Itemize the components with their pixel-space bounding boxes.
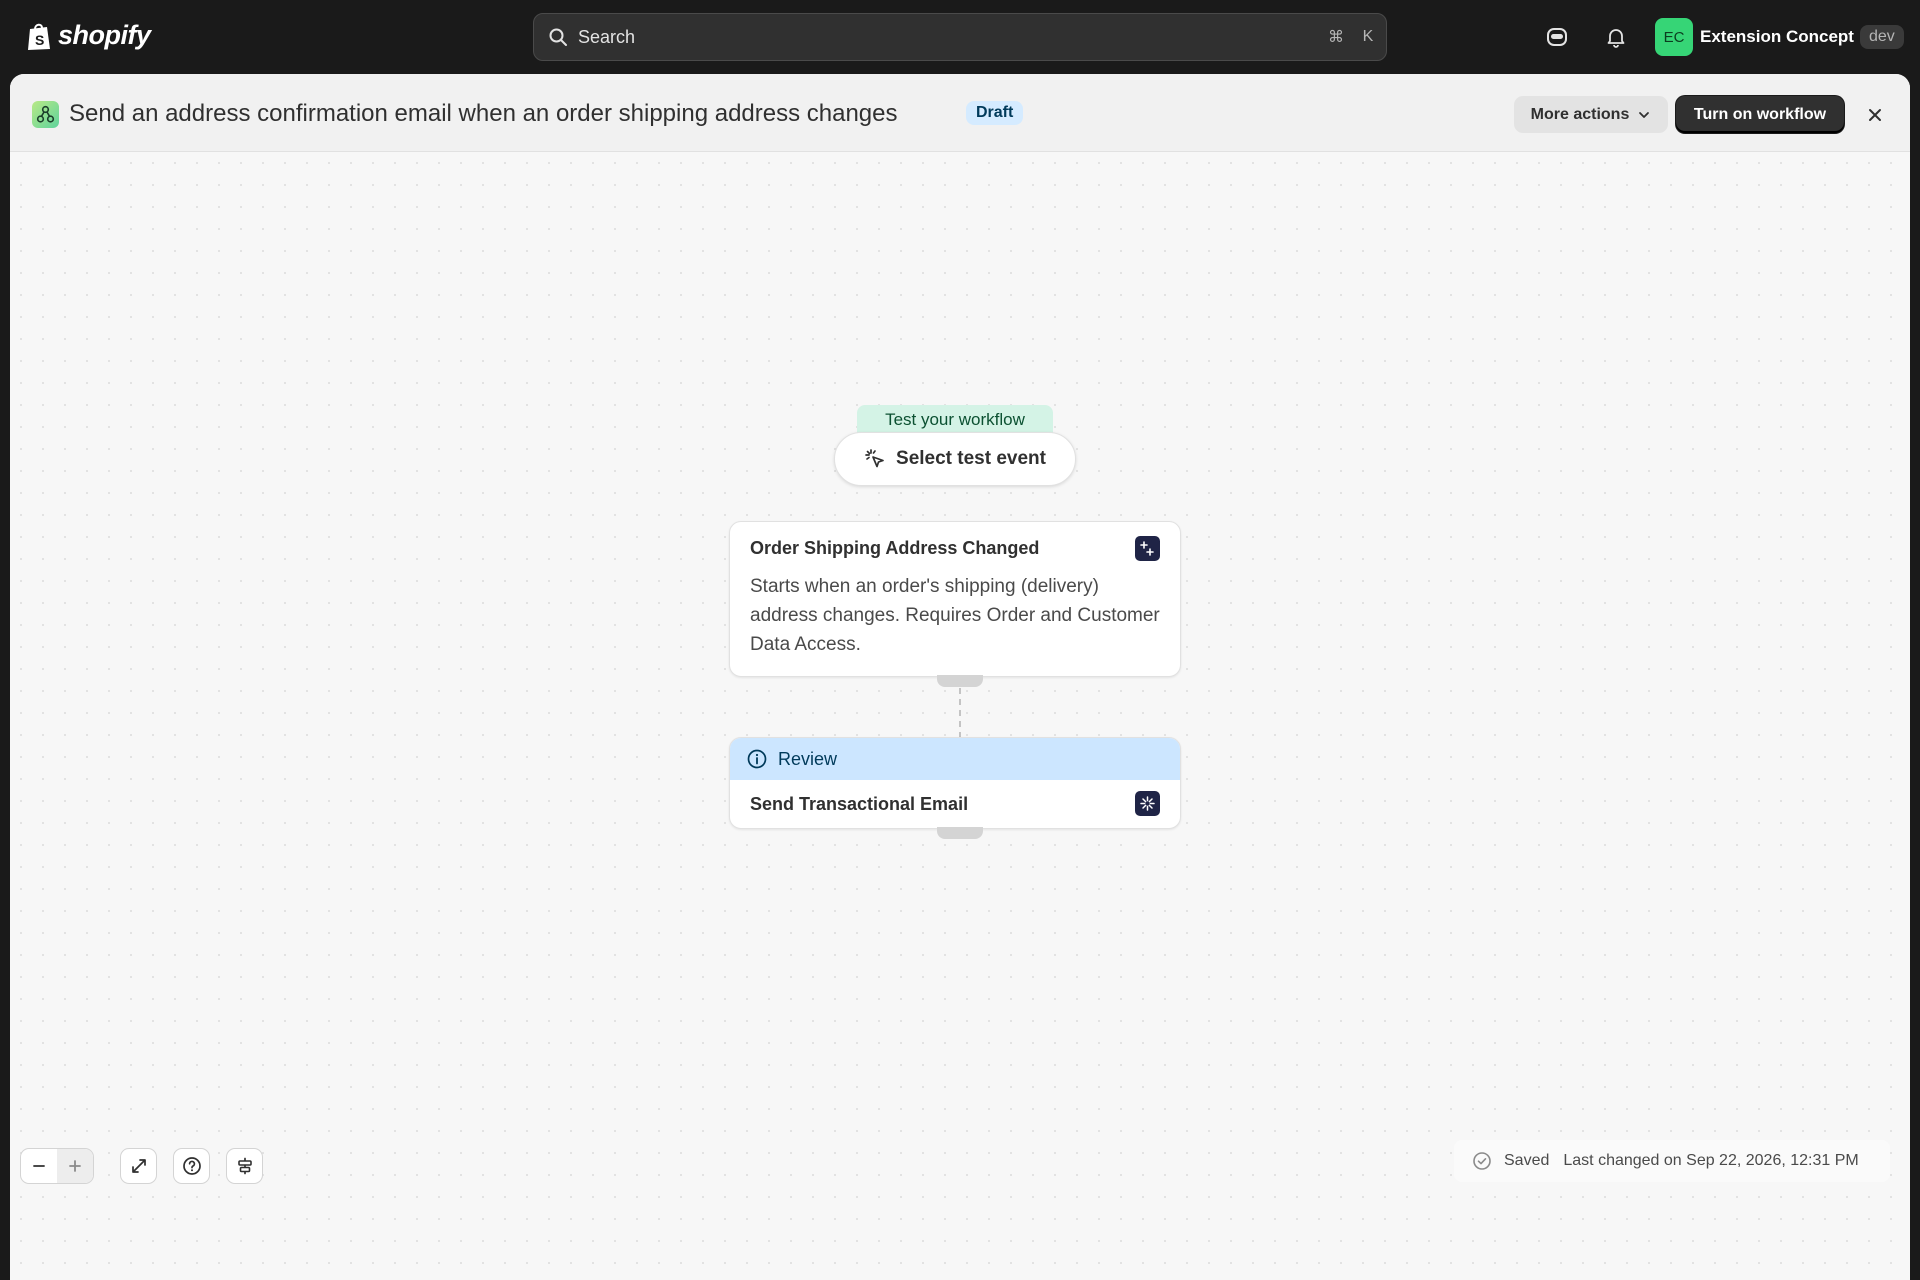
bell-icon	[1607, 29, 1625, 48]
workflow-title: Send an address confirmation email when …	[69, 100, 898, 127]
expand-icon	[131, 1159, 146, 1173]
dev-badge: dev	[1859, 25, 1904, 49]
trigger-title: Order Shipping Address Changed	[750, 538, 1040, 558]
trigger-connector[interactable]	[937, 675, 983, 687]
auto-layout-button[interactable]	[226, 1148, 263, 1184]
help-button[interactable]	[173, 1148, 210, 1184]
more-actions-label: More actions	[1530, 105, 1630, 123]
flow-icon	[36, 105, 55, 123]
close-button[interactable]	[1862, 102, 1888, 128]
close-icon	[1869, 109, 1881, 121]
search-bar[interactable]: Search ⌘ K	[533, 13, 1387, 61]
cursor-click-icon	[865, 449, 884, 468]
select-test-event-label: Select test event	[896, 448, 1046, 469]
search-placeholder: Search	[578, 26, 636, 47]
question-circle-icon	[182, 1157, 201, 1175]
sparkle-icon	[1140, 796, 1155, 811]
action-title: Send Transactional Email	[750, 794, 969, 814]
review-banner: Review	[730, 738, 1180, 780]
action-card[interactable]: Review Send Transactional Email	[729, 737, 1181, 829]
saved-label: Saved	[1504, 1152, 1550, 1169]
shopify-bag-icon: S	[28, 23, 50, 50]
info-icon	[747, 749, 767, 769]
turn-on-workflow-button[interactable]: Turn on workflow	[1676, 96, 1844, 133]
last-changed-timestamp: Last changed on Sep 22, 2026, 12:31 PM	[1563, 1152, 1859, 1169]
fit-view-button[interactable]	[120, 1148, 157, 1184]
chevron-down-icon	[1639, 111, 1650, 118]
top-bar: S shopify Search ⌘ K EC Extension Concep…	[0, 0, 1920, 74]
more-actions-button[interactable]: More actions	[1514, 96, 1668, 133]
search-icon	[549, 28, 567, 46]
zoom-out-button[interactable]	[21, 1149, 57, 1183]
editor-header: Send an address confirmation email when …	[10, 74, 1910, 152]
notifications-button[interactable]	[1601, 22, 1631, 52]
trigger-card[interactable]: Order Shipping Address Changed Starts wh…	[729, 521, 1181, 677]
flow-app-icon	[32, 101, 59, 128]
trigger-description: Starts when an order's shipping (deliver…	[750, 576, 1160, 655]
brand-wordmark: shopify	[58, 20, 151, 50]
plus-icon	[69, 1160, 81, 1172]
action-connector[interactable]	[937, 827, 983, 839]
save-status: Saved Last changed on Sep 22, 2026, 12:3…	[1454, 1140, 1890, 1182]
zoom-in-button[interactable]	[57, 1149, 93, 1183]
sidekick-icon	[1547, 28, 1567, 46]
shortcut-command-key: ⌘	[1328, 29, 1344, 46]
svg-text:S: S	[35, 32, 44, 48]
status-badge: Draft	[966, 101, 1024, 125]
select-test-event-button[interactable]: Select test event	[834, 432, 1076, 486]
review-label: Review	[778, 748, 838, 769]
sparkle-plus-icon	[1140, 541, 1154, 556]
sidekick-button[interactable]	[1542, 22, 1572, 52]
test-workflow-label: Test your workflow	[857, 405, 1053, 435]
minus-icon	[33, 1165, 45, 1167]
store-name: Extension Concept	[1700, 27, 1854, 46]
zoom-controls	[20, 1148, 94, 1184]
shortcut-k-key: K	[1362, 28, 1374, 45]
shopify-logo[interactable]: S shopify	[26, 20, 151, 51]
align-icon	[237, 1157, 252, 1175]
action-app-badge	[1135, 791, 1160, 816]
store-avatar: EC	[1655, 18, 1693, 56]
check-circle-icon	[1473, 1152, 1491, 1170]
trigger-app-badge	[1135, 536, 1160, 561]
connector-line	[959, 688, 961, 738]
store-switcher[interactable]: EC Extension Concept dev	[1655, 18, 1904, 56]
